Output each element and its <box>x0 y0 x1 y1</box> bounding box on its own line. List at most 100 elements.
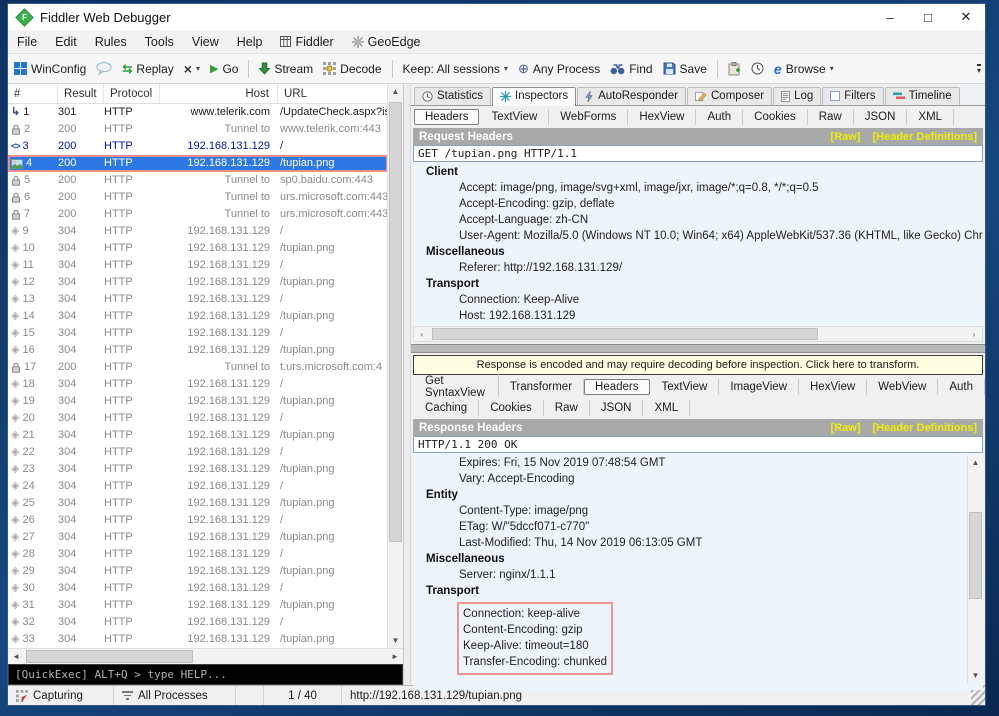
comment-button[interactable] <box>94 60 114 77</box>
remove-button[interactable]: × ▾ <box>182 59 202 79</box>
session-row-28[interactable]: ◈28304HTTP192.168.131.129/ <box>8 546 388 563</box>
column-header-result[interactable]: Result <box>58 84 104 103</box>
session-row-12[interactable]: ◈12304HTTP192.168.131.129/tupian.png <box>8 274 388 291</box>
request-horizontal-scrollbar[interactable]: ‹ › <box>413 326 983 342</box>
session-list-horizontal-scrollbar[interactable]: ◄ ► <box>8 648 403 664</box>
session-row-33[interactable]: ◈33304HTTP192.168.131.129/tupian.png <box>8 631 388 648</box>
header-definitions-link[interactable]: [Header Definitions] <box>872 422 977 434</box>
tab-req-headers[interactable]: Headers <box>414 109 479 125</box>
tab-req-webforms[interactable]: WebForms <box>549 109 628 125</box>
raw-link[interactable]: [Raw] <box>831 131 861 143</box>
tab-composer[interactable]: Composer <box>687 87 772 105</box>
tab-resp-xml[interactable]: XML <box>643 400 690 416</box>
menu-geoedge[interactable]: GeoEdge <box>343 30 430 53</box>
tab-req-textview[interactable]: TextView <box>480 109 549 125</box>
tab-resp-headers[interactable]: Headers <box>584 379 649 395</box>
panel-splitter[interactable] <box>404 84 411 685</box>
tab-resp-webview[interactable]: WebView <box>867 379 938 395</box>
session-row-21[interactable]: ◈21304HTTP192.168.131.129/tupian.png <box>8 427 388 444</box>
session-row-3[interactable]: <>3200HTTP192.168.131.129/ <box>8 138 388 155</box>
session-row-4[interactable]: 4200HTTP192.168.131.129/tupian.png <box>8 155 388 172</box>
screenshot-button[interactable] <box>726 60 743 78</box>
header-section-client[interactable]: Client <box>426 164 983 180</box>
tab-req-raw[interactable]: Raw <box>808 109 854 125</box>
header-section-transport[interactable]: Transport <box>426 583 965 599</box>
column-header-number[interactable]: # <box>8 84 58 103</box>
session-row-10[interactable]: ◈10304HTTP192.168.131.129/tupian.png <box>8 240 388 257</box>
session-row-13[interactable]: ◈13304HTTP192.168.131.129/ <box>8 291 388 308</box>
raw-link[interactable]: [Raw] <box>831 422 861 434</box>
session-row-26[interactable]: ◈26304HTTP192.168.131.129/ <box>8 512 388 529</box>
tab-statistics[interactable]: Statistics <box>414 87 491 105</box>
menu-rules[interactable]: Rules <box>86 30 136 53</box>
scroll-left-icon[interactable]: ◄ <box>8 649 24 664</box>
session-row-5[interactable]: 5200HTTPTunnel tosp0.baidu.com:443 <box>8 172 388 189</box>
header-section-transport[interactable]: Transport <box>426 276 983 292</box>
tab-req-hexview[interactable]: HexView <box>628 109 696 125</box>
tab-req-json[interactable]: JSON <box>854 109 908 125</box>
menu-file[interactable]: File <box>8 30 46 53</box>
close-button[interactable]: ✕ <box>947 4 985 30</box>
session-row-14[interactable]: ◈14304HTTP192.168.131.129/tupian.png <box>8 308 388 325</box>
session-row-22[interactable]: ◈22304HTTP192.168.131.129/ <box>8 444 388 461</box>
response-vertical-scrollbar[interactable]: ▲ ▼ <box>967 455 983 683</box>
tab-resp-cookies[interactable]: Cookies <box>479 400 544 416</box>
replay-button[interactable]: ⇆ Replay <box>120 60 175 78</box>
tab-timeline[interactable]: Timeline <box>885 87 960 105</box>
minimize-button[interactable]: – <box>871 4 909 30</box>
tab-resp-raw[interactable]: Raw <box>544 400 590 416</box>
session-row-16[interactable]: ◈16304HTTP192.168.131.129/tupian.png <box>8 342 388 359</box>
session-row-6[interactable]: 6200HTTPTunnel tours.microsoft.com:443 <box>8 189 388 206</box>
session-row-25[interactable]: ◈25304HTTP192.168.131.129/tupian.png <box>8 495 388 512</box>
scroll-up-icon[interactable]: ▲ <box>388 84 403 99</box>
session-row-18[interactable]: ◈18304HTTP192.168.131.129/ <box>8 376 388 393</box>
menu-tools[interactable]: Tools <box>136 30 183 53</box>
request-response-splitter[interactable] <box>411 344 985 353</box>
session-row-20[interactable]: ◈20304HTTP192.168.131.129/ <box>8 410 388 427</box>
scroll-right-icon[interactable]: ► <box>387 649 403 664</box>
winconfig-button[interactable]: WinConfig <box>12 60 88 78</box>
tab-filters[interactable]: Filters <box>822 87 883 105</box>
quickexec-bar[interactable]: [QuickExec] ALT+Q > type HELP... <box>8 664 403 685</box>
session-row-24[interactable]: ◈24304HTTP192.168.131.129/ <box>8 478 388 495</box>
stream-button[interactable]: Stream <box>257 60 315 78</box>
save-button[interactable]: Save <box>661 60 709 78</box>
toolbar-overflow-chevron[interactable]: ▾ <box>977 64 981 74</box>
scrollbar-thumb[interactable] <box>969 512 982 599</box>
tab-resp-textview[interactable]: TextView <box>651 379 720 395</box>
scroll-down-icon[interactable]: ▼ <box>968 668 983 683</box>
header-section-miscellaneous[interactable]: Miscellaneous <box>426 551 965 567</box>
tab-resp-hexview[interactable]: HexView <box>799 379 867 395</box>
maximize-button[interactable]: □ <box>909 4 947 30</box>
tab-autoresponder[interactable]: AutoResponder <box>577 87 686 105</box>
column-header-protocol[interactable]: Protocol <box>104 84 160 103</box>
decode-button[interactable]: Decode <box>321 60 383 78</box>
session-row-31[interactable]: ◈31304HTTP192.168.131.129/tupian.png <box>8 597 388 614</box>
tab-resp-transformer[interactable]: Transformer <box>499 379 584 395</box>
session-list-vertical-scrollbar[interactable]: ▲ ▼ <box>387 84 403 648</box>
session-row-7[interactable]: 7200HTTPTunnel tours.microsoft.com:443 <box>8 206 388 223</box>
capturing-toggle[interactable]: Capturing <box>8 686 114 705</box>
any-process-button[interactable]: ⊕ Any Process <box>516 59 602 79</box>
tab-req-auth[interactable]: Auth <box>696 109 743 125</box>
tab-req-xml[interactable]: XML <box>907 109 954 125</box>
scroll-left-icon[interactable]: ‹ <box>414 327 430 341</box>
find-button[interactable]: Find <box>608 60 654 78</box>
scrollbar-thumb[interactable] <box>26 650 193 663</box>
tab-log[interactable]: Log <box>773 87 821 105</box>
session-row-19[interactable]: ◈19304HTTP192.168.131.129/tupian.png <box>8 393 388 410</box>
column-header-url[interactable]: URL <box>278 84 388 103</box>
session-row-9[interactable]: ◈9304HTTP192.168.131.129/ <box>8 223 388 240</box>
session-row-32[interactable]: ◈32304HTTP192.168.131.129/ <box>8 614 388 631</box>
session-row-11[interactable]: ◈11304HTTP192.168.131.129/ <box>8 257 388 274</box>
menu-view[interactable]: View <box>183 30 228 53</box>
tab-resp-caching[interactable]: Caching <box>414 400 479 416</box>
menu-help[interactable]: Help <box>228 30 272 53</box>
column-header-host[interactable]: Host <box>160 84 278 103</box>
header-section-entity[interactable]: Entity <box>426 487 965 503</box>
keep-sessions-dropdown[interactable]: Keep: All sessions ▾ <box>401 60 510 78</box>
go-button[interactable]: ▶ Go <box>208 60 240 78</box>
session-row-27[interactable]: ◈27304HTTP192.168.131.129/tupian.png <box>8 529 388 546</box>
session-row-23[interactable]: ◈23304HTTP192.168.131.129/tupian.png <box>8 461 388 478</box>
tab-resp-json[interactable]: JSON <box>590 400 644 416</box>
